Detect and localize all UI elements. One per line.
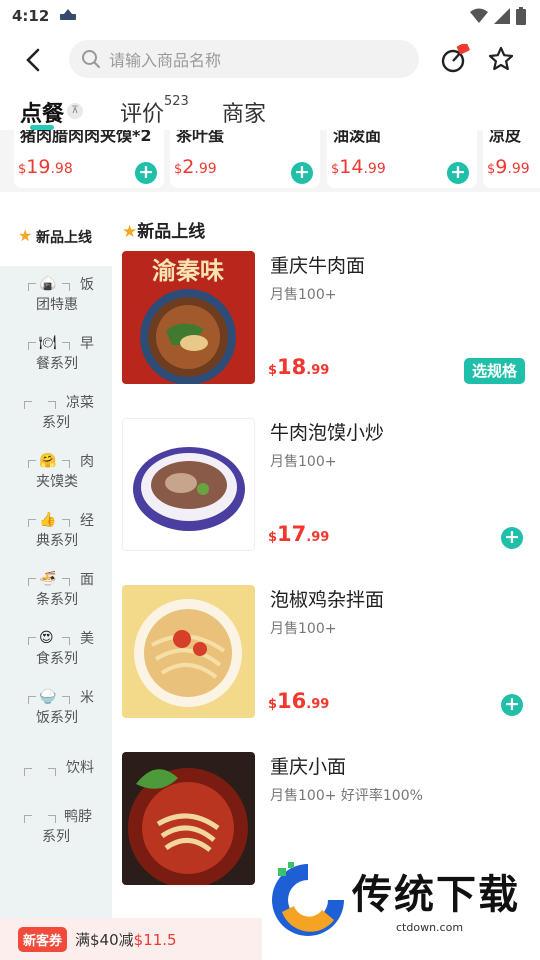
status-bar: 4:12 [0,0,540,32]
product-sales: 月售100+ [270,454,337,470]
tab-reviews[interactable]: 评价523 [120,94,189,128]
product-sales: 月售100+ 好评率100% [270,788,423,804]
share-icon[interactable] [440,44,470,74]
hot-item-price: $9.99 [487,156,530,178]
coupon-badge: 新客券 [18,926,68,952]
favorite-star-icon[interactable] [488,46,514,72]
hot-item-card[interactable]: 油泼面 $14.99 + [327,130,477,188]
review-count: 523 [164,94,189,109]
tab-reviews-label: 评价 [120,102,165,127]
product-image[interactable] [122,418,255,551]
heart-eyes-icon: 😍 [39,630,54,646]
product-card[interactable]: 牛肉泡馍小炒 月售100+ $17.99 + [122,418,532,553]
product-sales: 月售100+ [270,621,337,637]
watermark-logo: 传统下载 ctdown.com [268,860,518,940]
back-arrow-icon[interactable] [22,46,46,74]
thumbs-up-icon: 👍 [39,512,57,528]
watermark-icon [272,862,344,936]
pin-icon[interactable]: ⊼ [67,103,83,119]
category-drinks[interactable]: 饮料 [0,752,112,796]
tab-merchant[interactable]: 商家 [222,96,266,128]
category-duck-neck[interactable]: 鸭脖 系列 [0,804,112,858]
product-name: 牛肉泡馍小炒 [270,422,385,444]
star-icon: ★ [18,226,33,245]
category-cold-dishes[interactable]: 凉菜 系列 [0,390,112,444]
system-status-icons [470,7,526,25]
category-breakfast[interactable]: 🍽 早 餐系列 [0,331,112,385]
category-roujiamo[interactable]: 🤗 肉 夹馍类 [0,449,112,503]
wifi-icon [470,8,488,23]
category-rice-ball[interactable]: 🍙 饭 团特惠 [0,272,112,326]
product-name: 重庆小面 [270,756,347,778]
hot-item-card[interactable]: 凉皮 $9.99 [483,130,540,188]
category-label: 新品上线 [36,230,92,246]
category-sidebar: ★ 新品上线 🍙 饭 团特惠 🍽 早 餐系列 凉菜 系列 🤗 肉 夹馍类 👍 经… [0,192,112,960]
star-icon: ★ [122,222,138,242]
search-icon [82,50,100,68]
hot-item-price: $2.99 [174,156,217,178]
hot-item-name: 茶叶蛋 [176,130,225,145]
hot-item-card[interactable]: 茶叶蛋 $2.99 + [170,130,320,188]
hot-item-name: 猪肉腊肉肉夹馍*2 [20,130,152,145]
product-card[interactable]: 渝秦味 重庆牛肉面 月售100+ $18.99 选规格 [122,251,532,386]
rice-bowl-icon: 🍚 [39,689,57,705]
signal-icon [494,8,510,24]
product-name: 重庆牛肉面 [270,255,366,277]
watermark-title: 传统下载 [352,872,520,918]
hot-item-price: $14.99 [331,156,386,178]
add-to-cart-button[interactable]: + [135,162,157,184]
hot-item-price: $19.98 [18,156,73,178]
product-image[interactable] [122,585,255,718]
category-delicacies[interactable]: 😍 美 食系列 [0,626,112,680]
product-image[interactable] [122,752,255,885]
add-to-cart-button[interactable]: + [291,162,313,184]
hot-item-name: 油泼面 [333,130,382,145]
hot-item-name: 凉皮 [489,130,522,145]
product-image[interactable]: 渝秦味 [122,251,255,384]
rice-ball-icon: 🍙 [39,276,57,292]
tab-bar: 点餐 ⊼ 评价523 商家 [0,92,540,132]
header: 请输入商品名称 [0,38,540,82]
product-card[interactable]: 泡椒鸡杂拌面 月售100+ $16.99 + [122,585,532,720]
product-sales: 月售100+ [270,287,337,303]
plate-icon: 🍽 [39,335,57,351]
coupon-text: 满$40减$11.5 [75,930,177,949]
category-classics[interactable]: 👍 经 典系列 [0,508,112,562]
hot-items-row[interactable]: 猪肉腊肉肉夹馍*2 $19.98 + 茶叶蛋 $2.99 + 油泼面 $14.9… [0,130,540,192]
product-name: 泡椒鸡杂拌面 [270,589,385,611]
add-to-cart-button[interactable]: + [501,694,523,716]
tab-order[interactable]: 点餐 [20,96,64,128]
status-time: 4:12 [12,7,50,25]
svg-text:渝秦味: 渝秦味 [152,257,224,285]
new-customer-coupon-bar[interactable]: 新客券 满$40减$11.5 [0,918,262,960]
category-noodles[interactable]: 🍜 面 条系列 [0,567,112,621]
hot-item-card[interactable]: 猪肉腊肉肉夹馍*2 $19.98 + [14,130,164,188]
search-placeholder: 请输入商品名称 [109,51,222,70]
select-spec-button[interactable]: 选规格 [464,358,525,384]
add-to-cart-button[interactable]: + [501,527,523,549]
section-title: ★新品上线 [122,222,206,242]
category-new-arrivals[interactable]: ★ 新品上线 [0,192,112,266]
add-to-cart-button[interactable]: + [447,162,469,184]
battery-icon [516,7,526,25]
emoji-face-icon: 🤗 [39,453,57,469]
watermark-url: ctdown.com [396,921,464,934]
search-input[interactable]: 请输入商品名称 [69,40,419,78]
product-price: $16.99 [268,689,330,713]
product-price: $17.99 [268,522,330,546]
category-rice[interactable]: 🍚 米 饭系列 [0,685,112,739]
noodle-bowl-icon: 🍜 [39,571,57,587]
app-notification-icon [59,8,77,25]
product-price: $18.99 [268,355,330,379]
